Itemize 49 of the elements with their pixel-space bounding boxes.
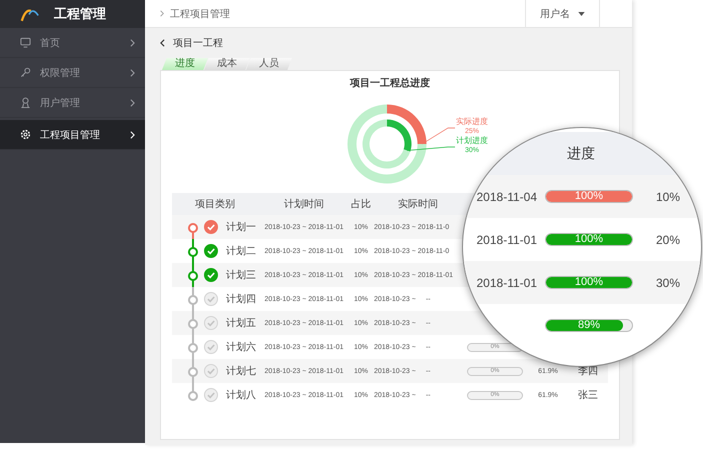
tab[interactable]: 成本 <box>204 58 250 70</box>
table-cell: 2018-11-01 <box>476 276 537 290</box>
settings-icon <box>20 129 31 140</box>
leader-line <box>406 146 456 151</box>
table-cell-text: 计划一 <box>225 220 257 234</box>
table-cell-text: 计划三 <box>225 268 257 282</box>
table-cell: 20% <box>656 232 680 246</box>
table-cell: 10% <box>656 190 680 204</box>
app-title: 工程管理 <box>54 5 106 23</box>
chevron-right-icon <box>130 130 135 138</box>
column-header: 进度 <box>567 144 595 162</box>
monitor-icon <box>20 37 31 48</box>
table-cell-text: 计划五 <box>225 316 257 330</box>
column-header: 实际时间 <box>397 198 439 211</box>
chart-label: 计划进度 <box>456 136 488 145</box>
page-title: 项目一工程 <box>173 37 223 50</box>
sidebar-item[interactable]: 工程项目管理 <box>0 120 145 150</box>
table-cell: 2018-11-01 <box>476 232 537 246</box>
progress-bar: 100% <box>545 233 633 246</box>
progress-bar: 89% <box>545 319 633 332</box>
chevron-right-icon <box>130 68 135 76</box>
leader-line <box>422 128 456 144</box>
table-cell: 张三 <box>578 390 598 401</box>
chevron-right-icon <box>130 38 135 46</box>
back-icon[interactable] <box>160 39 165 47</box>
chevron-right-icon <box>130 98 135 106</box>
key-icon <box>20 67 31 78</box>
table-cell: 2018-11-04 <box>476 190 537 204</box>
progress-bar: 100% <box>545 190 633 203</box>
table-cell-text: 计划四 <box>225 292 257 306</box>
table-cell-text: 计划六 <box>225 340 257 354</box>
caret-icon <box>578 12 585 16</box>
column-header: 占比 <box>350 198 372 211</box>
chart-title: 项目一工程总进度 <box>348 77 431 91</box>
user-icon <box>20 97 31 108</box>
column-header: 项目类别 <box>194 198 236 211</box>
logo-icon <box>20 6 40 22</box>
chart-label: 实际进度 <box>456 117 488 126</box>
breadcrumb[interactable]: 工程项目管理 <box>170 6 525 20</box>
table-cell-text: 计划八 <box>225 388 257 402</box>
table-cell-text: 计划七 <box>225 364 257 378</box>
table-cell-text: 计划二 <box>225 244 257 258</box>
column-header: 计划时间 <box>283 198 325 211</box>
progress-bar: 100% <box>545 276 633 289</box>
table-cell: 30% <box>656 276 680 290</box>
table-cell: 李四 <box>578 366 598 377</box>
tab[interactable]: 人员 <box>246 58 292 70</box>
tab[interactable]: 进度 <box>162 58 208 70</box>
chevron-right-icon <box>160 10 164 17</box>
